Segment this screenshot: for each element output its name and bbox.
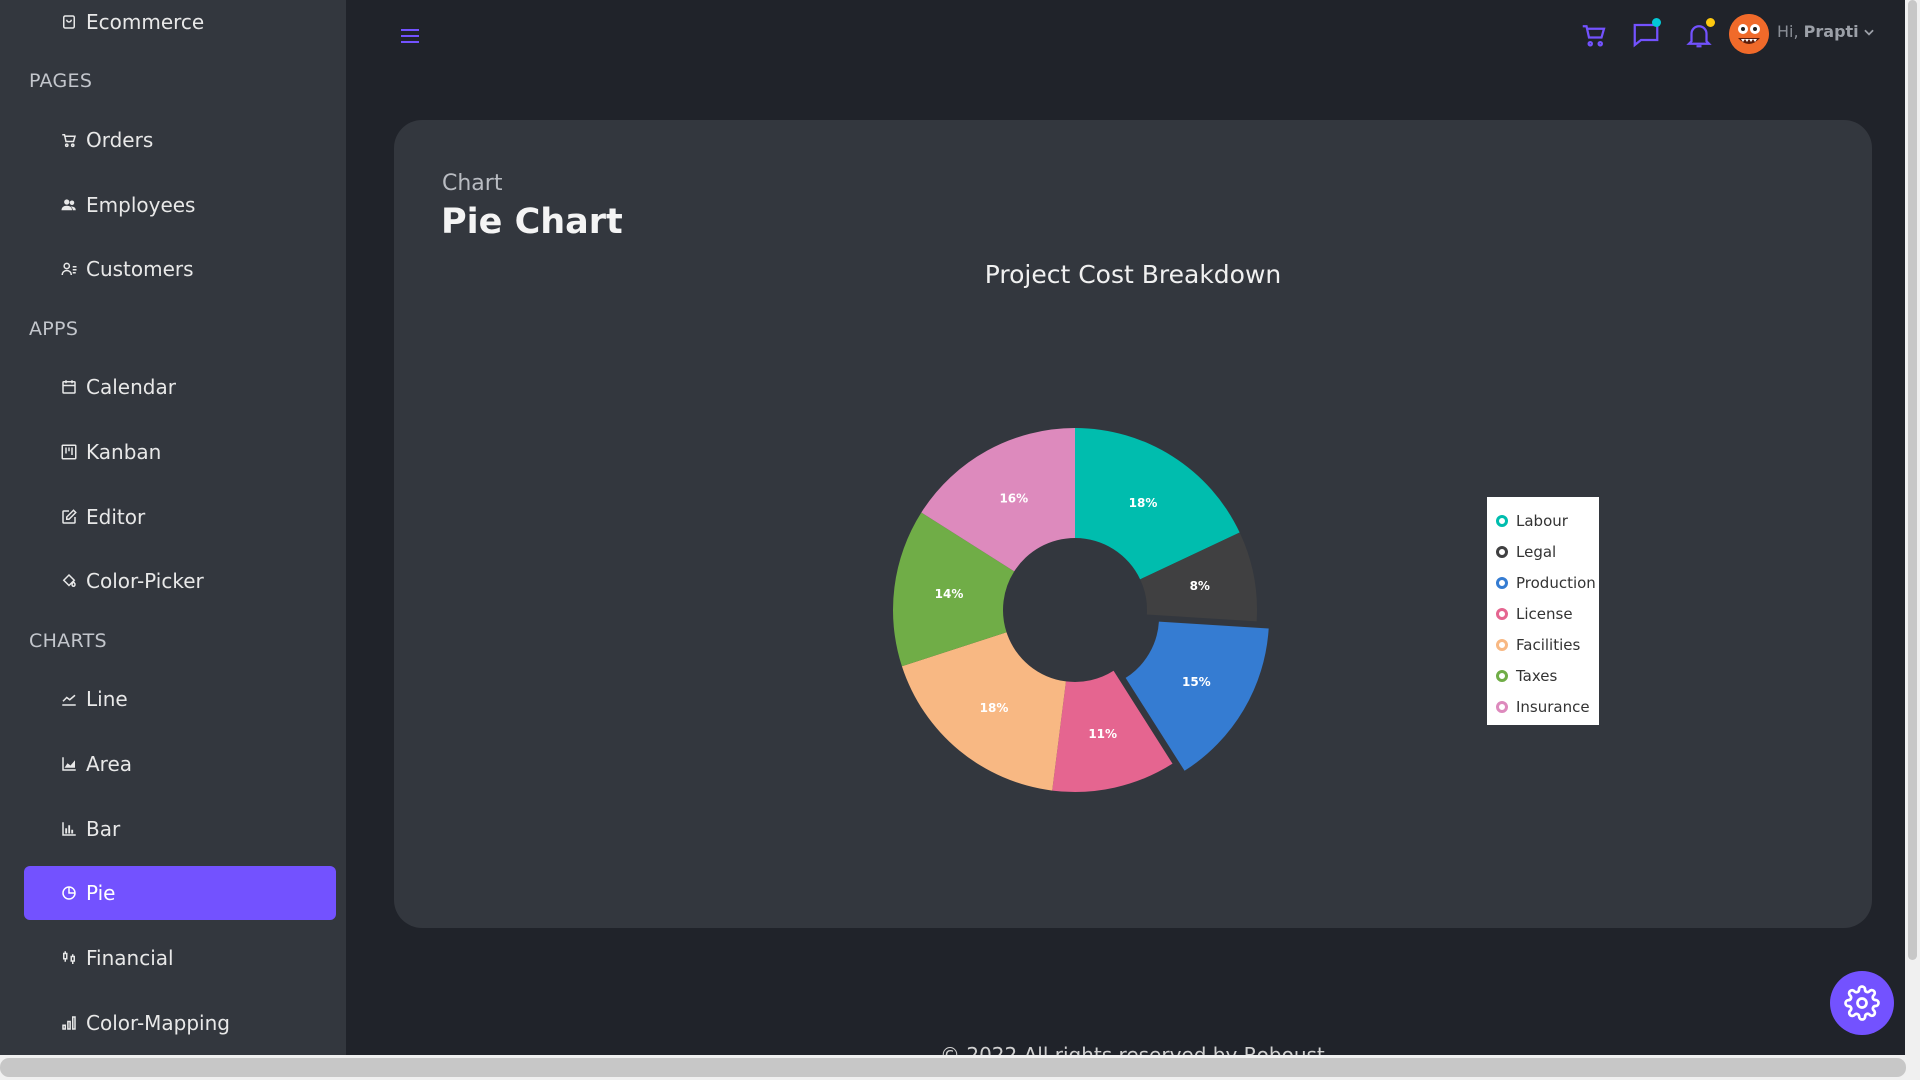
pie-chart: 18% 8% 15% 11% 18% 14% 16%: [893, 428, 1269, 792]
sidebar-item-area[interactable]: Area: [24, 737, 336, 791]
menu-icon[interactable]: [398, 24, 422, 48]
section-title-charts: CHARTS: [29, 630, 107, 652]
chat-dot: [1652, 18, 1661, 27]
sidebar-item-label: Line: [86, 687, 128, 711]
legend-item-insurance[interactable]: Insurance: [1487, 691, 1599, 722]
legend-marker: [1496, 638, 1508, 651]
sidebar-item-ecommerce[interactable]: Ecommerce: [24, 0, 336, 49]
sidebar-item-label: Customers: [86, 257, 194, 281]
sidebar-item-financial[interactable]: Financial: [24, 931, 336, 985]
legend-label: Taxes: [1516, 666, 1558, 685]
legend-marker: [1496, 669, 1508, 682]
legend-label: Facilities: [1516, 635, 1581, 654]
greeting-text: Hi,: [1777, 22, 1799, 41]
data-label-license: 11%: [1088, 727, 1117, 741]
legend-label: License: [1516, 604, 1573, 623]
user-greeting[interactable]: Hi, Prapti: [1777, 22, 1859, 41]
legend-item-taxes[interactable]: Taxes: [1487, 660, 1599, 691]
legend-marker: [1496, 607, 1508, 620]
horizontal-scrollbar[interactable]: [0, 1055, 1920, 1080]
sidebar-item-label: Bar: [86, 817, 121, 841]
legend-item-production[interactable]: Production: [1487, 567, 1599, 598]
sidebar-item-employees[interactable]: Employees: [24, 178, 336, 232]
sidebar-item-customers[interactable]: Customers: [24, 242, 336, 296]
scrollbar-thumb[interactable]: [1908, 0, 1917, 960]
sidebar: Ecommerce PAGES Orders Employees Custome…: [0, 0, 346, 1080]
sidebar-item-label: Editor: [86, 505, 146, 529]
legend-item-license[interactable]: License: [1487, 598, 1599, 629]
cart-icon[interactable]: [1579, 20, 1609, 50]
sidebar-item-label: Area: [86, 752, 133, 776]
sidebar-item-line[interactable]: Line: [24, 672, 336, 726]
data-label-legal: 8%: [1190, 579, 1210, 593]
legend-marker: [1496, 576, 1508, 589]
data-label-insurance: 16%: [999, 492, 1028, 506]
page-title: Pie Chart: [441, 202, 623, 242]
section-title-pages: PAGES: [29, 70, 93, 92]
legend-item-labour[interactable]: Labour: [1487, 505, 1599, 536]
breadcrumb: Chart: [442, 171, 503, 196]
sidebar-item-label: Employees: [86, 193, 196, 217]
legend-marker: [1496, 514, 1508, 527]
data-label-taxes: 14%: [935, 587, 964, 601]
sidebar-item-label: Kanban: [86, 440, 162, 464]
legend-label: Legal: [1516, 542, 1557, 561]
sidebar-item-color-picker[interactable]: Color-Picker: [24, 554, 336, 608]
legend-label: Insurance: [1516, 697, 1590, 716]
sidebar-item-label: Color-Picker: [86, 569, 204, 593]
sidebar-item-kanban[interactable]: Kanban: [24, 425, 336, 479]
chevron-down-icon[interactable]: [1862, 24, 1876, 38]
data-label-facilities: 18%: [980, 701, 1009, 715]
legend-item-legal[interactable]: Legal: [1487, 536, 1599, 567]
legend-item-facilities[interactable]: Facilities: [1487, 629, 1599, 660]
legend-marker: [1496, 545, 1508, 558]
sidebar-item-color-mapping[interactable]: Color-Mapping: [24, 996, 336, 1050]
sidebar-item-label: Orders: [86, 128, 154, 152]
legend-marker: [1496, 700, 1508, 713]
chart-title: Project Cost Breakdown: [984, 260, 1282, 289]
legend-label: Labour: [1516, 511, 1568, 530]
vertical-scrollbar[interactable]: [1905, 0, 1920, 1055]
sidebar-item-label: Calendar: [86, 375, 176, 399]
sidebar-item-orders[interactable]: Orders: [24, 113, 336, 167]
settings-button[interactable]: [1830, 971, 1894, 1035]
sidebar-item-label: Color-Mapping: [86, 1011, 230, 1035]
gear-icon: [1844, 985, 1880, 1021]
sidebar-item-label: Ecommerce: [86, 10, 205, 34]
chart-legend: Labour Legal Production License Faciliti…: [1487, 497, 1599, 725]
user-name: Prapti: [1803, 22, 1859, 41]
sidebar-item-pie[interactable]: Pie: [24, 866, 336, 920]
sidebar-item-label: Pie: [86, 881, 116, 905]
notification-dot: [1706, 18, 1715, 27]
avatar[interactable]: [1729, 14, 1769, 54]
scrollbar-thumb[interactable]: [0, 1058, 1906, 1077]
sidebar-item-editor[interactable]: Editor: [24, 490, 336, 544]
sidebar-item-calendar[interactable]: Calendar: [24, 360, 336, 414]
data-label-labour: 18%: [1129, 496, 1158, 510]
sidebar-item-bar[interactable]: Bar: [24, 802, 336, 856]
legend-label: Production: [1516, 573, 1596, 592]
section-title-apps: APPS: [29, 318, 79, 340]
data-label-production: 15%: [1182, 675, 1211, 689]
sidebar-item-label: Financial: [86, 946, 174, 970]
